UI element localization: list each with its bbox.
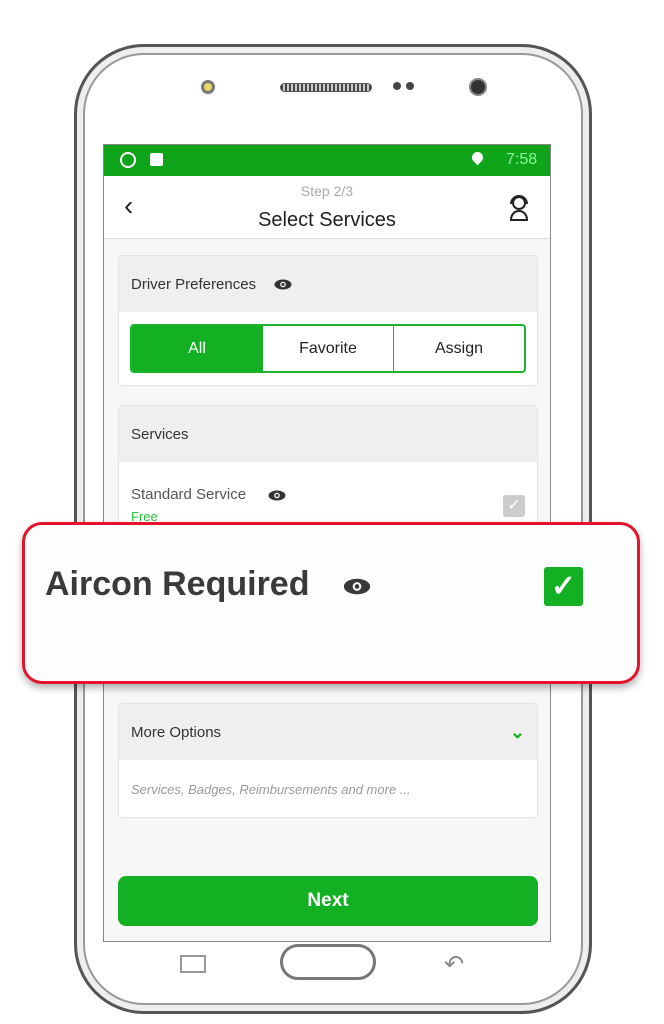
service-checkbox[interactable]: ✓ — [503, 495, 525, 517]
eye-icon[interactable] — [268, 490, 286, 501]
page-title: Select Services — [258, 209, 396, 231]
aircon-checkbox[interactable]: ✓ — [544, 567, 583, 606]
front-camera-sensor — [201, 80, 215, 94]
eye-icon[interactable] — [343, 578, 371, 595]
driver-preference-segmented-control: All Favorite Assign — [130, 324, 526, 373]
more-options-subtitle: Services, Badges, Reimbursements and mor… — [131, 782, 411, 797]
header: ‹ Step 2/3 Select Services — [104, 176, 550, 239]
status-time: 7:58 — [506, 151, 538, 168]
whatsapp-icon — [120, 152, 136, 168]
more-options-card: More Options ⌄ Services, Badges, Reimbur… — [118, 703, 538, 818]
driver-preferences-title: Driver Preferences — [131, 275, 257, 293]
app-icon — [150, 153, 163, 166]
status-bar: 7:58 — [104, 145, 550, 176]
aircon-label: Aircon Required — [45, 565, 310, 603]
more-options-title: More Options — [131, 723, 222, 741]
location-pin-icon — [469, 149, 486, 166]
back-nav-icon[interactable]: ↶ — [444, 950, 464, 979]
segment-favorite[interactable]: Favorite — [262, 326, 393, 371]
driver-preferences-card: Driver Preferences All Favorite Assign — [118, 255, 538, 386]
recent-apps-button[interactable] — [180, 955, 206, 973]
support-agent-icon[interactable] — [508, 194, 530, 222]
segment-all[interactable]: All — [132, 326, 262, 371]
speaker-grille — [280, 83, 372, 92]
segment-assign[interactable]: Assign — [393, 326, 524, 371]
sensor-dots — [393, 82, 401, 90]
next-button[interactable]: Next — [118, 876, 538, 926]
step-indicator: Step 2/3 — [300, 183, 354, 199]
service-name: Standard Service — [131, 486, 247, 503]
eye-icon[interactable] — [274, 279, 292, 290]
chevron-down-icon[interactable]: ⌄ — [510, 722, 525, 743]
front-camera — [469, 78, 487, 96]
service-row[interactable]: Standard Service Free — [131, 486, 286, 524]
services-title: Services — [131, 425, 189, 443]
aircon-callout: Aircon Required ✓ — [22, 522, 640, 684]
home-button[interactable] — [280, 944, 376, 980]
